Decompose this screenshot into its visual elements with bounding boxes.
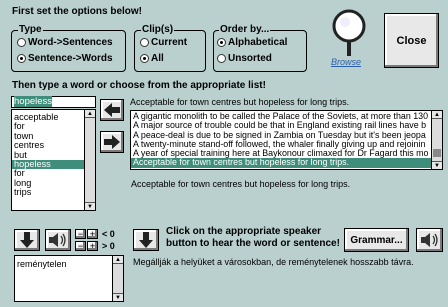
scroll-thumb[interactable]: [433, 149, 441, 157]
radio-dot-icon: [17, 38, 26, 47]
type-group-title: Type: [18, 24, 43, 35]
speed-increase-plus-button[interactable]: +: [87, 241, 98, 251]
search-input[interactable]: hopeless: [11, 96, 96, 108]
sentence-list-scrollbar[interactable]: ▲ ▼: [431, 111, 442, 169]
speaker-hint: Click on the appropriate speaker button …: [166, 226, 340, 249]
arrow-down-icon: [20, 232, 34, 248]
speed-increase-minus-button[interactable]: −: [75, 241, 86, 251]
order-group-title: Order by...: [219, 24, 271, 35]
radio-word-to-sentences[interactable]: Word->Sentences: [17, 37, 113, 48]
speed-decrease-plus-button[interactable]: +: [87, 229, 98, 239]
radio-all[interactable]: All: [140, 53, 164, 64]
browse-link[interactable]: Browse: [331, 57, 361, 67]
page-title: First set the options below!: [12, 6, 143, 17]
speaker-icon: [49, 233, 66, 247]
sentence-detail: Acceptable for town centres but hopeless…: [131, 179, 351, 189]
scroll-up-icon[interactable]: ▲: [85, 110, 95, 118]
translation-word-item[interactable]: reménytelen: [17, 259, 67, 269]
move-right-button[interactable]: [100, 131, 124, 153]
speak-sentence-button[interactable]: [416, 228, 443, 252]
speed-decrease-minus-button[interactable]: −: [75, 229, 86, 239]
radio-unsorted[interactable]: Unsorted: [217, 53, 272, 64]
browse-area[interactable]: Browse: [320, 6, 378, 72]
speak-word-button[interactable]: [45, 229, 71, 251]
scroll-down-icon[interactable]: ▼: [113, 293, 123, 301]
word-list-item[interactable]: trips: [12, 187, 85, 197]
radio-dot-icon: [140, 38, 149, 47]
close-button[interactable]: Close: [384, 13, 439, 68]
scroll-up-icon[interactable]: ▲: [113, 256, 123, 264]
move-left-button[interactable]: [100, 99, 124, 121]
arrow-left-icon: [104, 103, 120, 117]
radio-dot-selected-icon: [140, 54, 149, 63]
scroll-down-icon[interactable]: ▼: [432, 161, 442, 169]
word-list[interactable]: acceptable for town centres but hopeless for lo…: [11, 109, 96, 211]
translation-list-scrollbar[interactable]: ▲ ▼: [112, 256, 123, 301]
speed-lt-label: < 0: [102, 229, 115, 239]
word-list-scrollbar[interactable]: ▲ ▼: [84, 110, 95, 210]
translate-sentence-down-button[interactable]: [133, 229, 159, 251]
prompt-text: Then type a word or choose from the appr…: [12, 80, 266, 91]
grammar-button[interactable]: Grammar...: [344, 228, 409, 252]
translate-down-button[interactable]: [14, 229, 40, 251]
sentence-header: Acceptable for town centres but hopeless…: [130, 97, 350, 107]
radio-dot-selected-icon: [217, 38, 226, 47]
translation-word-list[interactable]: reménytelen ▲ ▼: [14, 255, 124, 302]
speed-gt-label: > 0: [102, 241, 115, 251]
speaker-icon: [420, 233, 438, 247]
arrow-right-icon: [104, 135, 120, 149]
scroll-down-icon[interactable]: ▼: [85, 202, 95, 210]
sentence-list[interactable]: A gigantic monolith to be called the Pal…: [130, 110, 443, 170]
translation-sentence: Megállják a helyüket a városokban, de re…: [133, 257, 414, 267]
radio-alphabetical[interactable]: Alphabetical: [217, 37, 287, 48]
clips-group-title: Clip(s): [141, 24, 175, 35]
radio-sentence-to-words[interactable]: Sentence->Words: [17, 53, 113, 64]
arrow-down-icon: [139, 232, 153, 248]
sentence-list-item[interactable]: Acceptable for town centres but hopeless…: [131, 158, 432, 168]
scroll-up-icon[interactable]: ▲: [432, 111, 442, 119]
radio-dot-selected-icon: [17, 54, 26, 63]
radio-current[interactable]: Current: [140, 37, 187, 48]
radio-dot-icon: [217, 54, 226, 63]
